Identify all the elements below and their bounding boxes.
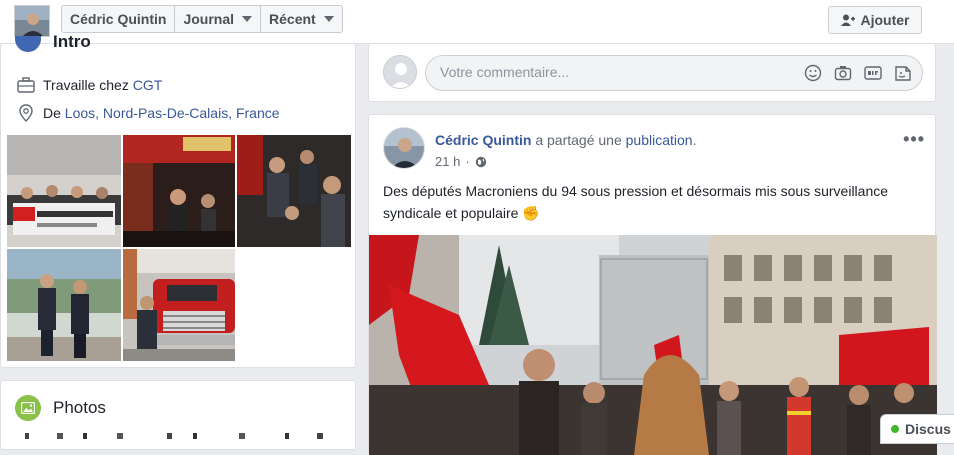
post-time[interactable]: 21 h bbox=[435, 154, 460, 169]
post-author-link[interactable]: Cédric Quintin bbox=[435, 132, 531, 148]
post-timestamp-row: 21 h · bbox=[435, 154, 487, 169]
default-avatar-icon bbox=[384, 56, 416, 88]
photos-card: Photos bbox=[0, 380, 356, 450]
post-author-avatar[interactable] bbox=[383, 127, 425, 169]
add-friend-label: Ajouter bbox=[860, 12, 910, 28]
camera-icon[interactable] bbox=[834, 64, 852, 82]
crowd-photo-icon bbox=[237, 135, 351, 247]
add-friend-button[interactable]: Ajouter bbox=[828, 6, 922, 34]
intro-card: Intro Travaille chez CGT De Loos, Nord-P… bbox=[0, 32, 356, 368]
speakers-photo-icon bbox=[7, 249, 121, 361]
intro-icon bbox=[15, 36, 41, 52]
location-row: De Loos, Nord-Pas-De-Calais, France bbox=[17, 104, 280, 122]
post-shared-text: a partagé une bbox=[531, 132, 626, 148]
globe-icon bbox=[475, 156, 486, 167]
chat-sidebar-button[interactable]: Discus bbox=[880, 414, 954, 444]
post-shared-end: . bbox=[692, 132, 697, 148]
comment-input[interactable] bbox=[438, 63, 782, 81]
post-card: Cédric Quintin a partagé une publication… bbox=[368, 114, 937, 455]
post-header-line: Cédric Quintin a partagé une publication… bbox=[435, 132, 696, 148]
featured-photo-1[interactable] bbox=[7, 135, 121, 247]
featured-photo-4[interactable] bbox=[7, 249, 121, 361]
featured-photo-2[interactable] bbox=[123, 135, 235, 247]
sticker-icon[interactable] bbox=[894, 64, 912, 82]
chevron-down-icon bbox=[242, 16, 253, 22]
intro-title: Intro bbox=[53, 32, 91, 51]
chevron-down-icon bbox=[323, 16, 334, 22]
gif-icon[interactable] bbox=[864, 64, 882, 82]
comment-input-wrapper bbox=[425, 55, 923, 91]
location-link[interactable]: Loos, Nord-Pas-De-Calais, France bbox=[65, 105, 280, 121]
author-photo-icon bbox=[384, 128, 424, 168]
photos-strip bbox=[17, 433, 347, 439]
location-prefix: De bbox=[43, 105, 65, 121]
image-icon bbox=[21, 402, 35, 414]
protest-photo-icon bbox=[369, 235, 937, 455]
red-truck-photo-icon bbox=[123, 249, 235, 361]
post-shared-link[interactable]: publication bbox=[626, 132, 693, 148]
commenter-avatar bbox=[383, 55, 417, 89]
profile-name-button[interactable]: Cédric Quintin bbox=[62, 6, 176, 32]
profile-name: Cédric Quintin bbox=[70, 11, 167, 27]
online-status-dot bbox=[891, 425, 899, 433]
journal-dropdown[interactable]: Journal bbox=[175, 6, 262, 32]
work-org-link[interactable]: CGT bbox=[133, 77, 163, 93]
profile-nav-segment: Cédric Quintin Journal Récent bbox=[61, 5, 343, 33]
meeting-photo-icon bbox=[7, 135, 121, 247]
photos-title[interactable]: Photos bbox=[53, 398, 106, 418]
comment-tools bbox=[804, 64, 912, 82]
recent-label: Récent bbox=[269, 11, 316, 27]
recent-dropdown[interactable]: Récent bbox=[261, 6, 342, 32]
profile-avatar-small[interactable] bbox=[14, 5, 50, 37]
emoji-icon[interactable] bbox=[804, 64, 822, 82]
chat-label: Discus bbox=[905, 421, 951, 437]
briefcase-icon bbox=[17, 77, 35, 93]
profile-photo-icon bbox=[15, 6, 49, 36]
profile-header-bar: Cédric Quintin Journal Récent Ajouter bbox=[0, 0, 954, 44]
featured-photo-5[interactable] bbox=[123, 249, 235, 361]
work-prefix: Travaille chez bbox=[43, 77, 133, 93]
journal-label: Journal bbox=[183, 11, 235, 27]
photos-icon bbox=[15, 395, 41, 421]
work-row: Travaille chez CGT bbox=[17, 77, 162, 93]
location-pin-icon bbox=[19, 104, 33, 122]
add-friend-icon bbox=[840, 14, 855, 26]
post-text: Des députés Macroniens du 94 sous pressi… bbox=[383, 183, 889, 221]
featured-photo-3[interactable] bbox=[237, 135, 351, 247]
comment-composer-card bbox=[368, 44, 936, 102]
post-options-icon[interactable]: ••• bbox=[903, 129, 925, 150]
post-image[interactable] bbox=[369, 235, 937, 455]
bar-photo-icon bbox=[123, 135, 235, 247]
separator-dot: · bbox=[465, 154, 470, 169]
